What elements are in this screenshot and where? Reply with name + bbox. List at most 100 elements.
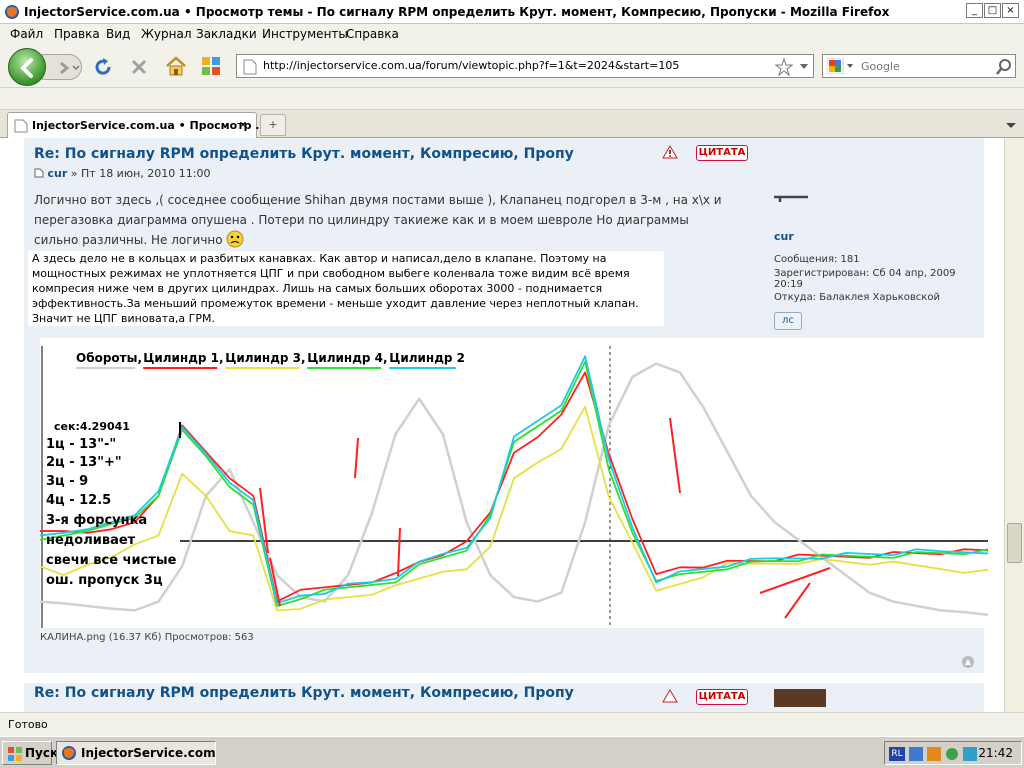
annotation-8: ош. пропуск 3ц (46, 573, 163, 588)
legend-label-0: Обороты, (76, 351, 142, 365)
stop-icon[interactable] (128, 56, 150, 78)
forum-post: Re: По сигналу RPM определить Крут. моме… (24, 138, 988, 673)
firefox-logo-icon (62, 746, 76, 760)
new-tab-button[interactable]: + (260, 114, 286, 136)
status-bar: Готово (0, 712, 1024, 736)
post-meta: cur » Пт 18 июн, 2010 11:00 (34, 167, 210, 180)
home-icon[interactable] (164, 55, 188, 77)
maximize-button[interactable]: □ (984, 3, 1001, 18)
post-author[interactable]: cur (48, 167, 68, 180)
profile-registered: Зарегистрирован: Сб 04 апр, 2009 20:19 (774, 268, 956, 290)
report-icon[interactable] (662, 689, 678, 703)
annotation-4: 4ц - 12.5 (46, 493, 111, 508)
close-button[interactable]: × (1002, 3, 1019, 18)
annotation-1: 1ц - 13"-" (46, 437, 116, 452)
annotation-0: сек:4.29041 (54, 420, 130, 433)
tab-label: InjectorService.com.ua • Просмотр ... (32, 119, 268, 132)
taskbar-firefox-button[interactable]: InjectorService.com.... (56, 741, 216, 765)
legend-label-1: Цилиндр 1, (143, 351, 223, 365)
page-icon (243, 59, 257, 75)
start-label: Пуск (25, 746, 59, 760)
menu-history[interactable]: Журнал (141, 27, 192, 41)
back-to-top-button[interactable]: ▲ (962, 656, 974, 668)
clock: 21:42 (978, 746, 1013, 760)
search-input[interactable] (859, 57, 989, 75)
addons-icon[interactable] (200, 55, 222, 77)
quote-button[interactable]: ЦИТАТА (696, 689, 748, 705)
legend-label-3: Цилиндр 4, (307, 351, 387, 365)
menu-view[interactable]: Вид (106, 27, 130, 41)
system-tray: RL 21:42 (884, 741, 1022, 765)
legend-label-2: Цилиндр 3, (225, 351, 305, 365)
back-button[interactable] (8, 48, 46, 86)
menu-tools[interactable]: Инструменты (262, 27, 348, 41)
scrollbar-thumb[interactable] (1007, 523, 1022, 563)
menu-edit[interactable]: Правка (54, 27, 100, 41)
forum-post-next: Re: По сигналу RPM определить Крут. моме… (24, 683, 984, 712)
window-title: InjectorService.com.ua • Просмотр темы -… (24, 5, 890, 19)
post-title[interactable]: Re: По сигналу RPM определить Крут. моме… (34, 146, 574, 162)
tab-list-button[interactable] (1003, 116, 1019, 134)
avatar (774, 689, 826, 707)
annotation-3: 3ц - 9 (46, 474, 88, 489)
tab-strip: InjectorService.com.ua • Просмотр ... × … (0, 110, 1024, 138)
menu-file[interactable]: Файл (10, 27, 43, 41)
bookmark-star-icon[interactable] (775, 58, 793, 76)
url-bar[interactable]: http://injectorservice.com.ua/forum/view… (236, 54, 814, 78)
post-body: Логично вот здесь ,( соседнее сообщение … (34, 190, 734, 250)
page-favicon-icon (14, 119, 28, 133)
status-text: Готово (8, 718, 48, 731)
forward-arrow-icon (60, 61, 80, 75)
google-engine-icon[interactable] (827, 58, 855, 74)
sad-smiley-icon (226, 230, 244, 248)
vertical-scrollbar[interactable] (1004, 138, 1024, 712)
title-bar: InjectorService.com.ua • Просмотр темы -… (0, 0, 1024, 24)
post2-title[interactable]: Re: По сигналу RPM определить Крут. моме… (34, 685, 574, 701)
menu-bar: Файл Правка Вид Журнал Закладки Инструме… (0, 24, 1024, 44)
start-button[interactable]: Пуск (2, 741, 58, 765)
bookmarks-toolbar (0, 88, 1024, 110)
profile-location: Откуда: Балаклея Харьковской (774, 292, 940, 303)
menu-bookmarks[interactable]: Закладки (196, 27, 257, 41)
reload-icon[interactable] (92, 56, 114, 78)
windows-logo-icon (8, 747, 22, 761)
profile-messages: Сообщения: 181 (774, 254, 860, 265)
legend-label-4: Цилиндр 2 (389, 351, 465, 365)
tab-close-button[interactable]: × (236, 118, 250, 132)
taskbar: Пуск InjectorService.com.... RL 21:42 (0, 736, 1024, 768)
red-arrow-2 (354, 437, 359, 479)
annotation-5: 3-я форсунка (46, 513, 147, 528)
private-message-button[interactable]: лс (774, 312, 802, 330)
quote-button[interactable]: ЦИТАТА (696, 145, 748, 161)
profile-name[interactable]: cur (774, 230, 794, 243)
post-icon (34, 168, 44, 178)
back-arrow-icon (20, 58, 33, 78)
post-date: Пт 18 июн, 2010 11:00 (81, 167, 211, 180)
annotation-6: недоливает (46, 533, 136, 548)
post-separator: » (70, 167, 78, 180)
search-box[interactable] (822, 54, 1016, 78)
tray-icons[interactable] (909, 747, 981, 761)
post-body-text: Логично вот здесь ,( соседнее сообщение … (34, 193, 722, 247)
minimize-button[interactable]: _ (966, 3, 983, 18)
search-icon[interactable] (995, 58, 1013, 76)
annotation-2: 2ц - 13"+" (46, 455, 122, 470)
overlay-comment: А здесь дело не в кольцах и разбитых кан… (28, 251, 664, 326)
firefox-logo-icon (5, 5, 19, 19)
author-profile: cur Сообщения: 181 Зарегистрирован: Сб 0… (764, 138, 984, 673)
language-indicator[interactable]: RL (889, 747, 905, 761)
red-arrow-3 (397, 527, 401, 577)
taskbar-firefox-label: InjectorService.com.... (81, 746, 216, 760)
report-icon[interactable] (662, 145, 678, 159)
url-dropdown-icon[interactable] (799, 63, 809, 71)
menu-help[interactable]: Справка (346, 27, 399, 41)
chevron-down-icon (1006, 123, 1016, 128)
forward-button[interactable] (42, 54, 82, 80)
page-content: Re: По сигналу RPM определить Крут. моме… (0, 138, 1004, 712)
tab-active[interactable]: InjectorService.com.ua • Просмотр ... × (7, 112, 268, 138)
attachment-caption: КАЛИНА.png (16.37 Кб) Просмотров: 563 (40, 632, 254, 643)
avatar (774, 195, 808, 202)
red-arrow-4 (669, 417, 681, 494)
url-text: http://injectorservice.com.ua/forum/view… (263, 59, 680, 72)
navigation-toolbar: http://injectorservice.com.ua/forum/view… (0, 44, 1024, 88)
